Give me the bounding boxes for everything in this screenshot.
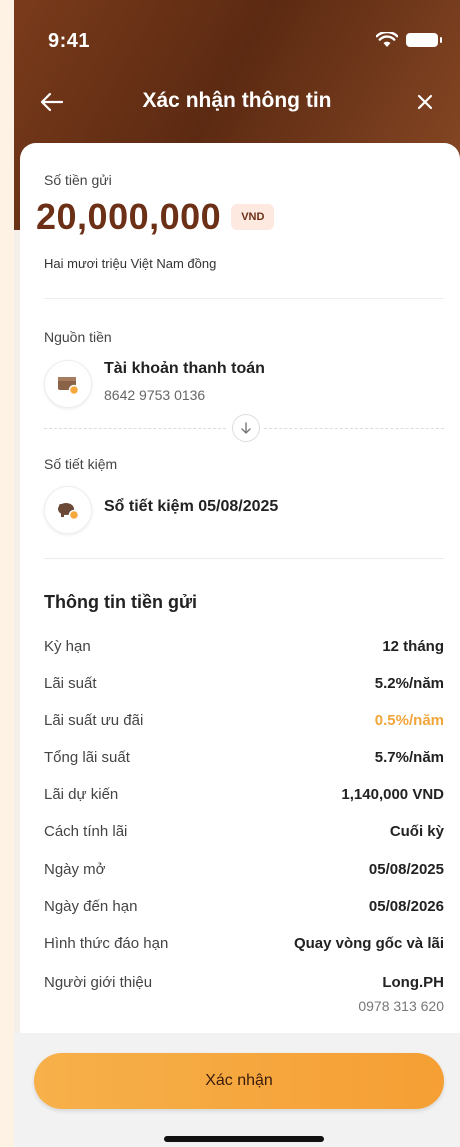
detail-row-rate: Lãi suất 5.2%/năm bbox=[44, 675, 444, 697]
detail-row-maturity-date: Ngày đến hạn 05/08/2026 bbox=[44, 898, 444, 920]
detail-label: Kỳ hạn bbox=[44, 638, 91, 655]
divider bbox=[44, 558, 444, 559]
confirm-button[interactable]: Xác nhận bbox=[34, 1053, 444, 1109]
detail-row-referrer: Người giới thiệu Long.PH 0978 313 620 bbox=[44, 974, 444, 1020]
battery-icon bbox=[406, 33, 442, 47]
status-bar: 9:41 bbox=[14, 0, 460, 86]
status-icons bbox=[376, 32, 442, 48]
dashed-divider-right bbox=[264, 428, 444, 429]
detail-value: 05/08/2025 bbox=[368, 861, 444, 878]
detail-label: Tổng lãi suất bbox=[44, 749, 130, 766]
detail-label: Lãi dự kiến bbox=[44, 786, 119, 803]
savings-label: Số tiết kiệm bbox=[44, 456, 118, 472]
referrer-phone: 0978 313 620 bbox=[358, 998, 444, 1014]
detail-label: Ngày đến hạn bbox=[44, 898, 138, 915]
detail-value: 5.7%/năm bbox=[374, 749, 444, 766]
deposit-label: Số tiền gửi bbox=[44, 172, 112, 188]
transfer-direction bbox=[232, 414, 260, 442]
status-time: 9:41 bbox=[48, 30, 91, 52]
detail-label: Người giới thiệu bbox=[44, 974, 153, 991]
savings-icon-wrap bbox=[44, 486, 92, 534]
detail-value-highlight: 0.5%/năm bbox=[374, 712, 444, 729]
source-account-icon-wrap bbox=[44, 360, 92, 408]
detail-value: 12 tháng bbox=[382, 638, 444, 655]
close-icon[interactable] bbox=[412, 89, 438, 115]
detail-value: 1,140,000 VND bbox=[341, 786, 444, 803]
details-title: Thông tin tiền gửi bbox=[44, 592, 197, 612]
detail-row-expected-interest: Lãi dự kiến 1,140,000 VND bbox=[44, 786, 444, 808]
amount-in-words: Hai mươi triệu Việt Nam đồng bbox=[44, 256, 217, 271]
divider bbox=[44, 298, 444, 299]
detail-row-open-date: Ngày mở 05/08/2025 bbox=[44, 861, 444, 883]
detail-row-bonus-rate: Lãi suất ưu đãi 0.5%/năm bbox=[44, 712, 444, 734]
dashed-divider-left bbox=[44, 428, 226, 429]
piggy-bank-icon bbox=[58, 503, 80, 521]
wallet-icon bbox=[58, 377, 80, 396]
detail-row-total-rate: Tổng lãi suất 5.7%/năm bbox=[44, 749, 444, 771]
detail-value: 05/08/2026 bbox=[368, 898, 444, 915]
currency-badge: VND bbox=[231, 204, 275, 230]
source-account-number: 8642 9753 0136 bbox=[104, 387, 206, 403]
detail-value: Long.PH bbox=[382, 974, 444, 991]
bottom-action-bar: Xác nhận bbox=[14, 1033, 460, 1147]
nav-bar: Xác nhận thông tin bbox=[14, 86, 460, 118]
detail-label: Hình thức đáo hạn bbox=[44, 935, 169, 952]
savings-name: Sổ tiết kiệm 05/08/2025 bbox=[104, 498, 279, 515]
source-account-name: Tài khoản thanh toán bbox=[104, 360, 265, 377]
detail-row-maturity-option: Hình thức đáo hạn Quay vòng gốc và lãi bbox=[44, 935, 444, 957]
detail-label: Ngày mở bbox=[44, 861, 106, 878]
detail-label: Lãi suất ưu đãi bbox=[44, 712, 144, 729]
deposit-amount-row: 20,000,000 VND bbox=[36, 196, 275, 238]
source-label: Nguồn tiền bbox=[44, 329, 112, 345]
home-indicator bbox=[164, 1136, 324, 1142]
detail-row-interest-method: Cách tính lãi Cuối kỳ bbox=[44, 823, 444, 845]
deposit-amount: 20,000,000 bbox=[36, 196, 222, 237]
down-arrow-icon bbox=[241, 422, 251, 434]
detail-label: Cách tính lãi bbox=[44, 823, 128, 840]
detail-value: 5.2%/năm bbox=[374, 675, 444, 692]
wifi-icon bbox=[376, 32, 398, 47]
page-title: Xác nhận thông tin bbox=[142, 89, 332, 112]
detail-label: Lãi suất bbox=[44, 675, 97, 692]
detail-row-term: Kỳ hạn 12 tháng bbox=[44, 638, 444, 660]
phone-screen: 9:41 Xác nhận thông tin Số tiền gửi 20,0… bbox=[14, 0, 460, 1147]
detail-value: Quay vòng gốc và lãi bbox=[293, 935, 444, 952]
detail-value: Cuối kỳ bbox=[389, 823, 444, 840]
